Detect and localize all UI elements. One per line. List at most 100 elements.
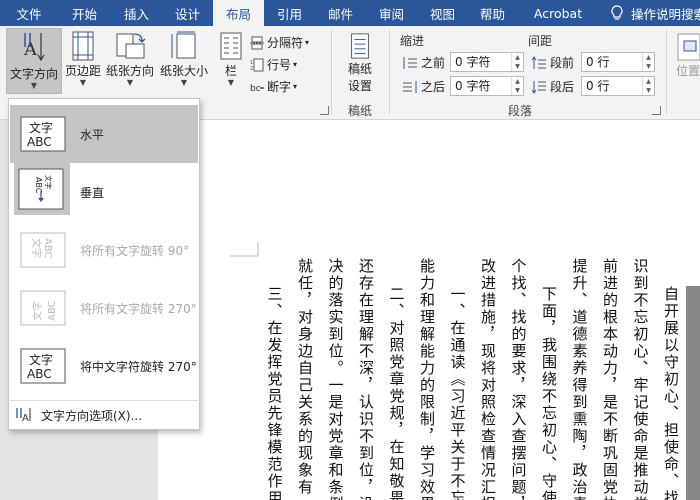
- columns-icon: [220, 32, 242, 60]
- tab-mailings[interactable]: 邮件: [315, 0, 366, 26]
- menu-item-rotate-90-label: 将所有文字旋转 90°: [80, 243, 190, 258]
- menu-item-rotate-chinese-270[interactable]: 文字 ABC 将中文字符旋转 270°: [10, 337, 198, 395]
- text-direction-options-label: 文字方向选项(X)...: [41, 408, 143, 423]
- menu-item-horizontal[interactable]: 文字 ABC 水平: [10, 105, 198, 163]
- tab-acrobat[interactable]: Acrobat: [517, 0, 599, 26]
- ribbon-tab-bar: 文件 开始 插入 设计 布局 引用 邮件 审阅 视图 帮助 Acrobat 操作…: [0, 0, 700, 26]
- paragraph-group-label: 段落: [508, 104, 533, 118]
- indent-right-label: 之后: [421, 80, 446, 94]
- lightbulb-icon: [611, 5, 623, 21]
- spinner-arrows-icon[interactable]: ▲ ▼: [642, 77, 654, 95]
- tab-review[interactable]: 审阅: [366, 0, 417, 26]
- spinner-arrows-icon[interactable]: ▲ ▼: [642, 53, 654, 71]
- position-label: 位置: [676, 64, 700, 78]
- icon-label-abc: ABC: [27, 135, 52, 149]
- columns-button[interactable]: 栏 ▼: [214, 30, 248, 92]
- tell-me-search[interactable]: 操作说明搜索: [599, 0, 700, 26]
- menu-item-rotate-270[interactable]: 文字 ABC 将所有文字旋转 270°: [10, 279, 198, 337]
- tab-home[interactable]: 开始: [58, 0, 111, 26]
- space-before-icon: [531, 55, 546, 69]
- text-direction-button[interactable]: A 文字方向 ▼: [6, 28, 62, 94]
- document-column: 三、在发挥党员先锋模范作用方面: [265, 286, 283, 500]
- indent-right-input[interactable]: 0 字符 ▲ ▼: [450, 76, 524, 96]
- indent-left-icon: [403, 56, 417, 69]
- icon-label-wenzi: 文字: [29, 352, 53, 367]
- tab-layout[interactable]: 布局: [213, 0, 264, 26]
- chevron-down-icon: ▼: [79, 78, 87, 87]
- space-after-label-row: 段后: [531, 78, 574, 95]
- columns-label: 栏: [224, 64, 237, 78]
- tab-insert[interactable]: 插入: [111, 0, 162, 26]
- indent-left-label: 之前: [421, 56, 446, 70]
- margins-button[interactable]: 页边距 ▼: [62, 30, 104, 92]
- hyphenation-icon: bc: [250, 84, 264, 94]
- icon-label-wenzi: 文字: [31, 301, 44, 321]
- document-column: 自开展以守初心、担使命、找差: [662, 286, 679, 500]
- draft-paper-icon: [351, 33, 369, 59]
- line-numbers-button[interactable]: 12 行号 ▾: [250, 56, 297, 73]
- rotate-90-icon: ABC 文字: [20, 232, 66, 268]
- position-button[interactable]: 位置: [676, 32, 700, 94]
- tab-file[interactable]: 文件: [0, 0, 58, 26]
- document-column: 二、对照党章党规，在知敬畏、存: [387, 286, 405, 500]
- draft-group-label: 稿纸: [348, 104, 373, 118]
- spinner-arrows-icon[interactable]: ▲ ▼: [511, 77, 523, 95]
- chevron-down-icon: ▾: [305, 38, 310, 47]
- chevron-down-icon: ▼: [180, 78, 188, 87]
- icon-label-abc: ABC: [47, 300, 58, 321]
- space-after-input[interactable]: 0 行 ▲ ▼: [581, 76, 655, 96]
- indent-left-label-row: 之前: [402, 54, 445, 71]
- text-direction-icon: A: [23, 33, 45, 62]
- document-column: 个找、找的要求，深入查摆问题，深刻: [509, 258, 527, 500]
- space-before-input[interactable]: 0 行 ▲ ▼: [581, 52, 655, 72]
- space-before-value: 0 行: [586, 55, 610, 69]
- paragraph-launcher[interactable]: [652, 106, 661, 115]
- draft-paper-settings-button[interactable]: 稿纸 设置: [338, 32, 382, 94]
- chevron-down-icon: ▾: [293, 60, 298, 69]
- document-column: 就任，对身边自己关系的现象有一事: [296, 258, 313, 500]
- tab-view[interactable]: 视图: [417, 0, 468, 26]
- orientation-button[interactable]: 纸张方向 ▼: [104, 30, 156, 92]
- indent-title: 缩进: [400, 34, 425, 48]
- indent-right-icon: [403, 80, 417, 93]
- margins-label: 页边距: [64, 64, 101, 78]
- icon-label-abc: ABC: [27, 367, 52, 381]
- tab-references[interactable]: 引用: [264, 0, 315, 26]
- page-size-icon: [171, 31, 196, 59]
- page-setup-launcher[interactable]: [320, 106, 329, 115]
- menu-item-vertical[interactable]: ABC 文字 垂直: [10, 163, 198, 221]
- document-column: 下面，我围绕不忘初心、守使命: [540, 286, 557, 500]
- hyphenation-button[interactable]: bc 断字 ▾: [250, 78, 297, 95]
- indent-right-value: 0 字符: [455, 79, 491, 93]
- page-corner-mark: [230, 242, 259, 257]
- space-after-icon: [531, 80, 546, 94]
- icon-label-abc: ABC: [42, 238, 53, 259]
- document-column: 前进的根本动力，是不断巩固党执政: [601, 258, 618, 500]
- vertical-text-icon: ABC 文字: [14, 163, 70, 215]
- document-column: 提升、道德素养得到熏陶，政治素养: [570, 258, 588, 500]
- menu-item-rotate-90[interactable]: ABC 文字 将所有文字旋转 90°: [10, 221, 198, 279]
- breaks-button[interactable]: 分隔符 ▾: [250, 34, 309, 51]
- hyphenation-label: 断字: [267, 80, 292, 94]
- space-after-value: 0 行: [586, 79, 610, 93]
- menu-item-rotate-270-label: 将所有文字旋转 270°: [80, 301, 197, 316]
- icon-label-wenzi: 文字: [29, 120, 53, 135]
- text-direction-options-icon: A: [16, 408, 31, 423]
- tell-me-label: 操作说明搜索: [631, 6, 700, 22]
- text-direction-options[interactable]: A 文字方向选项(X)...: [15, 404, 142, 426]
- indent-left-input[interactable]: 0 字符 ▲ ▼: [450, 52, 524, 72]
- tab-design[interactable]: 设计: [162, 0, 213, 26]
- chevron-down-icon: ▼: [227, 78, 235, 87]
- menu-item-horizontal-label: 水平: [80, 127, 105, 142]
- tab-help[interactable]: 帮助: [468, 0, 517, 26]
- breaks-label: 分隔符: [267, 36, 304, 50]
- size-button[interactable]: 纸张大小 ▼: [158, 30, 210, 92]
- spacing-title: 间距: [528, 34, 553, 48]
- document-column: 识到不忘初心、牢记使命是推动党: [631, 258, 649, 500]
- breaks-icon: [250, 36, 264, 49]
- horizontal-text-icon: 文字 ABC: [20, 116, 66, 152]
- document-column: 还存在理解不深，认识不到位，没有从全: [357, 258, 374, 500]
- document-column: 改进措施，现将对照检查情况汇报如下: [479, 258, 496, 500]
- space-before-label: 段前: [550, 56, 575, 70]
- spinner-arrows-icon[interactable]: ▲ ▼: [511, 53, 523, 71]
